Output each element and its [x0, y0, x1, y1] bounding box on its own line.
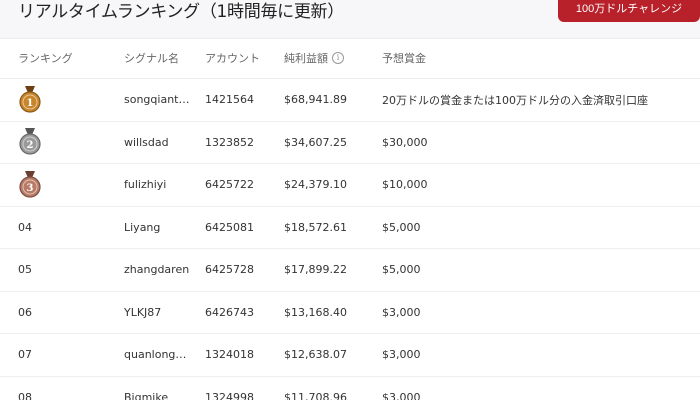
ranking-page: リアルタイムランキング（1時間毎に更新） 100万ドルチャレンジ ランキング シ…	[0, 0, 700, 400]
account-cell: 6425081	[205, 220, 254, 234]
expected-prize-cell: $3,000	[382, 348, 421, 362]
million-dollar-challenge-button[interactable]: 100万ドルチャレンジ	[558, 0, 700, 22]
net-profit-cell: $24,379.10	[284, 178, 347, 192]
header-net-profit: 純利益額 i	[284, 38, 344, 78]
table-row: 2 willsdad 1323852 $34,607.25 $30,000	[0, 122, 700, 164]
net-profit-cell: $11,708.96	[284, 390, 347, 400]
bronze-medal-icon: 3	[18, 170, 42, 199]
header-account: アカウント	[205, 52, 260, 65]
signal-name-cell[interactable]: zhangdaren	[124, 249, 189, 291]
header-rank: ランキング	[18, 52, 73, 65]
expected-prize-cell: $3,000	[382, 305, 421, 319]
table-row: 05 zhangdaren 6425728 $17,899.22 $5,000	[0, 249, 700, 292]
expected-prize-cell: $10,000	[382, 178, 428, 192]
expected-prize-cell: $30,000	[382, 135, 428, 149]
signal-name-cell[interactable]: YLKJ87	[124, 292, 161, 334]
top-bar: リアルタイムランキング（1時間毎に更新） 100万ドルチャレンジ	[0, 0, 700, 39]
silver-medal-icon: 2	[18, 128, 42, 156]
net-profit-cell: $34,607.25	[284, 135, 347, 149]
rank-cell: 06	[18, 305, 32, 319]
ranking-table: ランキング シグナル名 アカウント 純利益額 i 予想賞金 1 songqiant…	[0, 38, 700, 400]
account-cell: 1324998	[205, 390, 254, 400]
net-profit-cell: $68,941.89	[284, 93, 347, 107]
table-header: ランキング シグナル名 アカウント 純利益額 i 予想賞金	[0, 38, 700, 79]
medal-rank-label: 1	[27, 98, 34, 109]
expected-prize-cell: $5,000	[382, 220, 421, 234]
signal-name-cell[interactable]: Liyang	[124, 207, 160, 249]
table-row: 06 YLKJ87 6426743 $13,168.40 $3,000	[0, 292, 700, 334]
table-row: 08 Bigmike 1324998 $11,708.96 $3,000	[0, 377, 700, 400]
medal-rank-label: 2	[27, 140, 34, 151]
signal-name-cell[interactable]: songqiant…	[124, 79, 189, 121]
info-icon[interactable]: i	[332, 52, 344, 64]
signal-name-cell[interactable]: quanlong…	[124, 334, 186, 376]
expected-prize-cell: $3,000	[382, 390, 421, 400]
signal-name-cell[interactable]: Bigmike	[124, 377, 168, 400]
rank-cell: 07	[18, 348, 32, 362]
medal-rank-label: 3	[27, 183, 34, 194]
table-row: 3 fulizhiyi 6425722 $24,379.10 $10,000	[0, 164, 700, 207]
table-row: 1 songqiant… 1421564 $68,941.89 20万ドルの賞金または1…	[0, 79, 700, 122]
header-net-profit-label: 純利益額	[284, 52, 328, 65]
net-profit-cell: $13,168.40	[284, 305, 347, 319]
rank-cell: 04	[18, 220, 32, 234]
header-signal-name: シグナル名	[124, 52, 179, 65]
table-row: 04 Liyang 6425081 $18,572.61 $5,000	[0, 207, 700, 249]
account-cell: 6426743	[205, 305, 254, 319]
signal-name-cell[interactable]: willsdad	[124, 122, 169, 164]
account-cell: 6425728	[205, 263, 254, 277]
header-expected-prize: 予想賞金	[382, 52, 426, 65]
net-profit-cell: $17,899.22	[284, 263, 347, 277]
rank-cell: 05	[18, 263, 32, 277]
page-title: リアルタイムランキング（1時間毎に更新）	[18, 2, 344, 22]
gold-medal-icon: 1	[18, 85, 42, 114]
account-cell: 6425722	[205, 178, 254, 192]
net-profit-cell: $12,638.07	[284, 348, 347, 362]
account-cell: 1324018	[205, 348, 254, 362]
account-cell: 1323852	[205, 135, 254, 149]
rank-cell: 08	[18, 390, 32, 400]
account-cell: 1421564	[205, 93, 254, 107]
expected-prize-cell: 20万ドルの賞金または100万ドル分の入金済取引口座	[382, 93, 648, 107]
net-profit-cell: $18,572.61	[284, 220, 347, 234]
signal-name-cell[interactable]: fulizhiyi	[124, 164, 166, 206]
expected-prize-cell: $5,000	[382, 263, 421, 277]
table-row: 07 quanlong… 1324018 $12,638.07 $3,000	[0, 334, 700, 377]
